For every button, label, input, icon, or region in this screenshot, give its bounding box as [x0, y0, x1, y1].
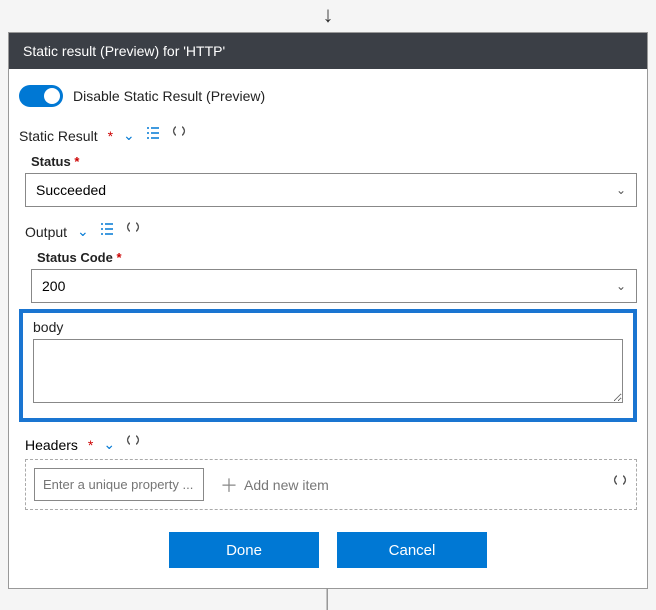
flow-connector: │	[0, 589, 656, 610]
chevron-down-icon[interactable]: ⌄	[77, 223, 89, 240]
json-view-icon[interactable]	[171, 125, 187, 146]
output-section-label: Output ⌄	[19, 215, 637, 246]
headers-label-text: Headers	[25, 437, 78, 453]
flow-arrow-down: ↓	[0, 0, 656, 32]
status-label: Status *	[25, 150, 637, 173]
static-result-label-text: Static Result	[19, 128, 98, 144]
body-field-highlight: body	[19, 309, 637, 422]
required-mark: *	[88, 437, 93, 453]
chevron-down-icon[interactable]: ⌄	[103, 436, 115, 453]
add-header-item-button[interactable]: ＋ Add new item	[214, 472, 335, 498]
status-code-value: 200	[42, 278, 65, 294]
status-label-text: Status	[31, 154, 71, 169]
static-result-panel: Static result (Preview) for 'HTTP' Disab…	[8, 32, 648, 589]
panel-body: Disable Static Result (Preview) Static R…	[9, 69, 647, 588]
status-code-field: Status Code * 200 ⌄	[19, 246, 637, 303]
cancel-button[interactable]: Cancel	[337, 532, 487, 568]
status-select[interactable]: Succeeded ⌄	[25, 173, 637, 207]
status-code-select[interactable]: 200 ⌄	[31, 269, 637, 303]
json-view-icon[interactable]	[612, 474, 628, 495]
headers-section-label: Headers * ⌄	[19, 428, 637, 459]
required-mark: *	[74, 154, 79, 169]
static-result-section-label: Static Result * ⌄	[19, 119, 637, 150]
body-textarea[interactable]	[33, 339, 623, 403]
status-code-label: Status Code *	[31, 246, 637, 269]
button-row: Done Cancel	[19, 510, 637, 574]
chevron-down-icon[interactable]: ⌄	[123, 127, 135, 144]
disable-static-result-label: Disable Static Result (Preview)	[73, 88, 265, 104]
body-label: body	[33, 319, 623, 339]
status-value: Succeeded	[36, 182, 106, 198]
plus-icon: ＋	[220, 472, 238, 498]
done-button[interactable]: Done	[169, 532, 319, 568]
list-view-icon[interactable]	[145, 125, 161, 146]
headers-box: ＋ Add new item	[25, 459, 637, 510]
required-mark: *	[116, 250, 121, 265]
output-label-text: Output	[25, 224, 67, 240]
disable-static-result-row: Disable Static Result (Preview)	[19, 79, 637, 119]
header-property-input[interactable]	[34, 468, 204, 501]
list-view-icon[interactable]	[99, 221, 115, 242]
json-view-icon[interactable]	[125, 221, 141, 242]
chevron-down-icon: ⌄	[616, 183, 626, 197]
json-view-icon[interactable]	[125, 434, 141, 455]
disable-static-result-toggle[interactable]	[19, 85, 63, 107]
chevron-down-icon: ⌄	[616, 279, 626, 293]
add-item-label: Add new item	[244, 477, 329, 493]
panel-title: Static result (Preview) for 'HTTP'	[9, 33, 647, 69]
required-mark: *	[108, 128, 113, 144]
status-field: Status * Succeeded ⌄	[19, 150, 637, 207]
status-code-label-text: Status Code	[37, 250, 113, 265]
